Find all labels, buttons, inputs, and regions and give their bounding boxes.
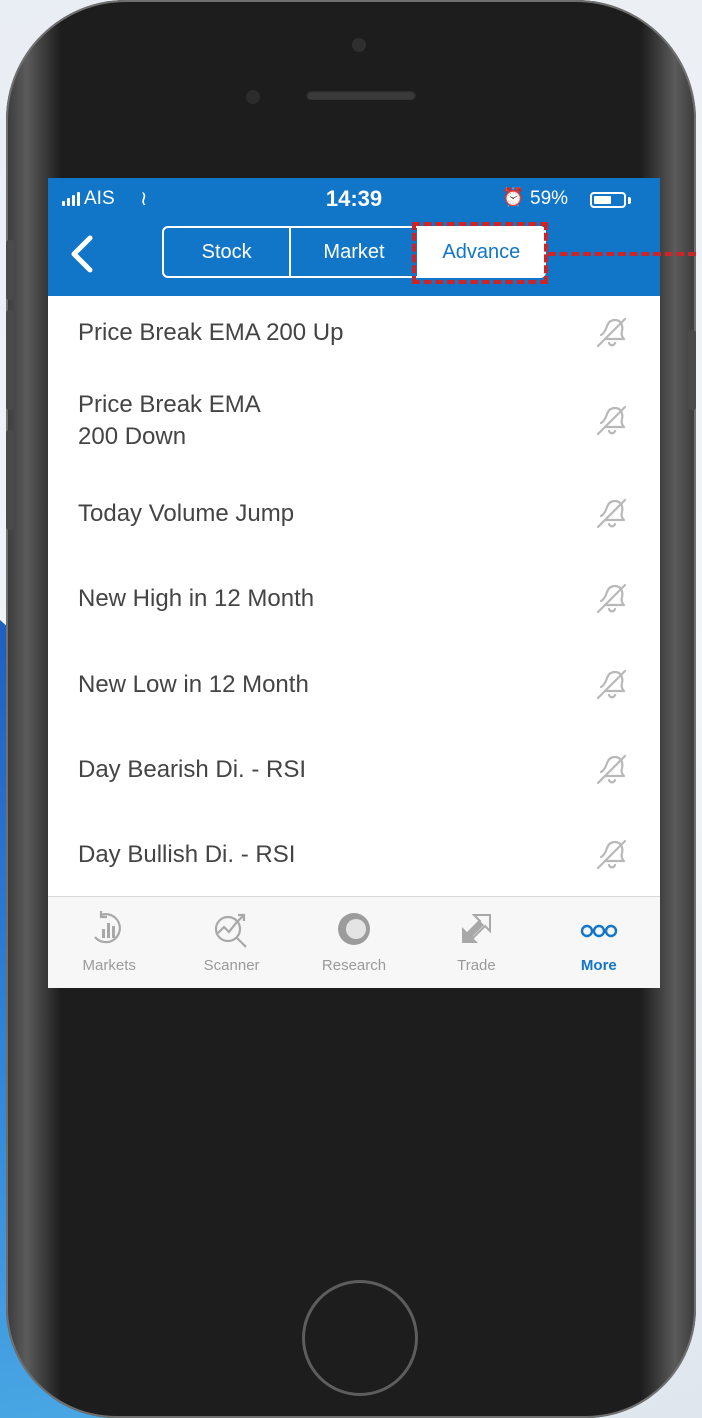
- list-item-label: Day Bullish Di. - RSI: [78, 840, 296, 868]
- list-item-label: Price Break EMA 200 Down: [78, 390, 261, 450]
- volume-down-button: [6, 430, 14, 530]
- bell-off-icon[interactable]: [592, 579, 632, 619]
- alert-list: Price Break EMA 200 Up Price Break EMA 20…: [48, 296, 660, 896]
- battery-tip: [628, 197, 631, 204]
- tab-label: Research: [321, 957, 387, 974]
- volume-up-button: [6, 310, 14, 410]
- list-item[interactable]: Today Volume Jump: [48, 472, 660, 556]
- bell-off-icon[interactable]: [592, 750, 632, 790]
- mute-switch: [6, 240, 14, 300]
- clock: 14:39: [325, 186, 383, 211]
- alarm-icon: ⏰: [502, 187, 525, 207]
- list-item[interactable]: New Low in 12 Month: [48, 642, 660, 728]
- markets-chart-icon: [87, 907, 131, 951]
- tab-market[interactable]: Market: [291, 228, 419, 276]
- back-chevron-icon[interactable]: [66, 234, 102, 274]
- proximity-sensor: [246, 90, 260, 104]
- earpiece-speaker: [306, 90, 416, 100]
- tab-trade[interactable]: Trade: [415, 897, 537, 988]
- list-item[interactable]: Day Bullish Di. - RSI: [48, 812, 660, 896]
- tab-stock[interactable]: Stock: [164, 228, 292, 276]
- battery-icon: [590, 192, 626, 208]
- trade-icon: [454, 907, 498, 951]
- front-camera: [352, 38, 366, 52]
- list-item-label: Price Break EMA 200 Up: [78, 318, 344, 346]
- tab-label: Markets: [82, 957, 136, 974]
- app-screen: AIS ≀ 14:39 ⏰ 59% Stock Market Advance P…: [48, 178, 660, 988]
- home-button[interactable]: [302, 1280, 418, 1396]
- scanner-icon: [210, 907, 254, 951]
- annotation-pointer-line: [548, 252, 696, 256]
- tab-scanner[interactable]: Scanner: [170, 897, 292, 988]
- more-dots-icon: [577, 907, 621, 951]
- list-item[interactable]: Price Break EMA 200 Up: [48, 296, 660, 370]
- tab-label: Scanner: [203, 957, 260, 974]
- tab-label: Trade: [457, 957, 496, 974]
- bell-off-icon[interactable]: [592, 313, 632, 353]
- tab-label: More: [580, 957, 617, 974]
- list-item-label: New Low in 12 Month: [78, 670, 309, 698]
- list-item-label: Day Bearish Di. - RSI: [78, 755, 307, 783]
- bottom-tab-bar: Markets Scanner Research Trade More: [48, 896, 660, 988]
- battery-percentage: 59%: [530, 188, 569, 209]
- list-item[interactable]: New High in 12 Month: [48, 556, 660, 642]
- list-item[interactable]: Price Break EMA 200 Down: [48, 370, 660, 472]
- research-icon: [332, 907, 376, 951]
- bell-off-icon[interactable]: [592, 665, 632, 705]
- list-item-label: New High in 12 Month: [78, 584, 315, 612]
- bell-off-icon[interactable]: [592, 494, 632, 534]
- power-button: [688, 330, 696, 410]
- list-item[interactable]: Day Bearish Di. - RSI: [48, 728, 660, 812]
- tab-research[interactable]: Research: [293, 897, 415, 988]
- header: AIS ≀ 14:39 ⏰ 59% Stock Market Advance: [48, 178, 660, 296]
- list-item-label: Today Volume Jump: [78, 499, 295, 527]
- bell-off-icon[interactable]: [592, 835, 632, 875]
- tab-more[interactable]: More: [538, 897, 660, 988]
- bell-off-icon[interactable]: [592, 401, 632, 441]
- status-bar: AIS ≀ 14:39 ⏰ 59%: [48, 178, 660, 222]
- tab-markets[interactable]: Markets: [48, 897, 170, 988]
- annotation-highlight-box: [412, 222, 548, 284]
